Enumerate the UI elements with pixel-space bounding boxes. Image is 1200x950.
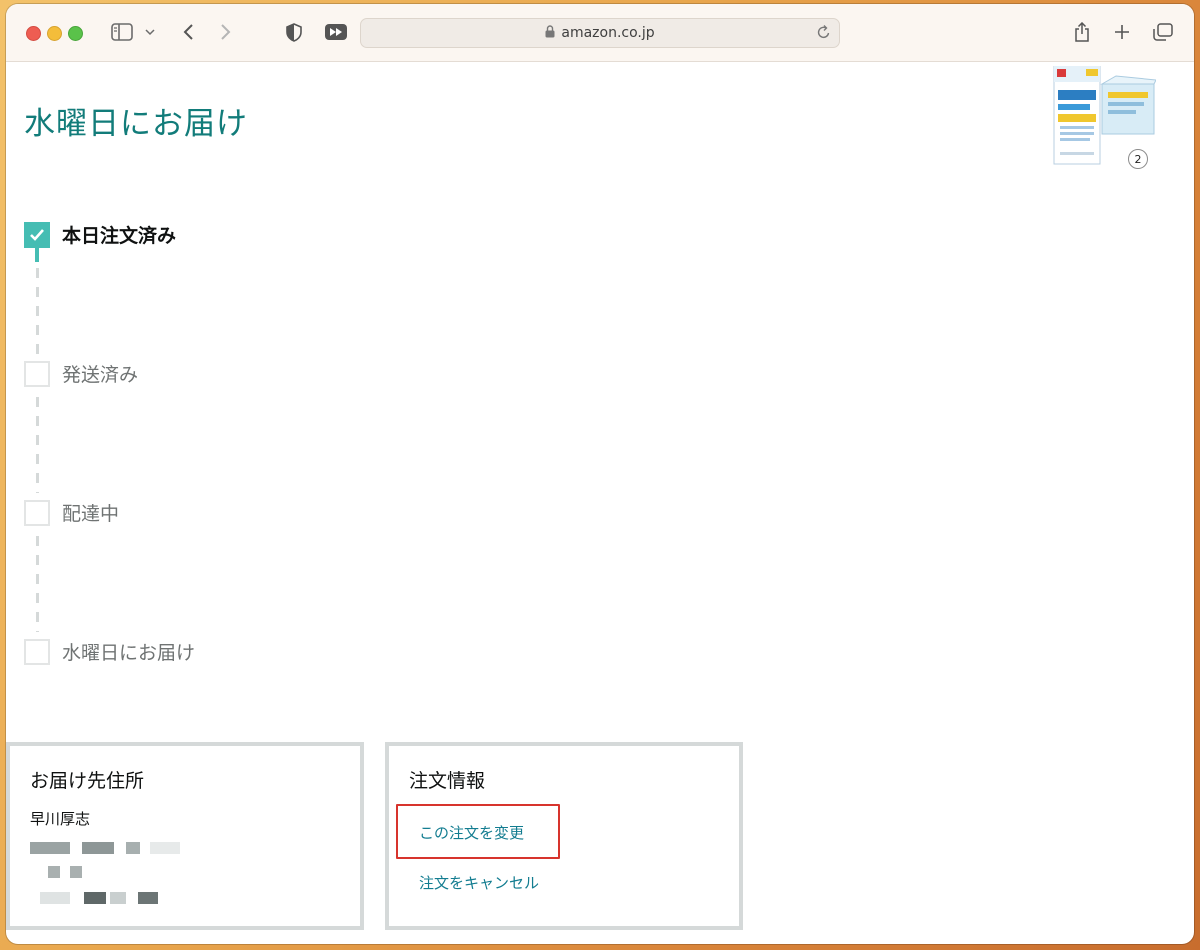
page-title: 水曜日にお届け <box>24 106 248 142</box>
tracker-dashed-line <box>36 536 39 632</box>
tab-overview-icon[interactable] <box>1152 20 1174 44</box>
forward-icon[interactable] <box>216 20 236 44</box>
tracker-step-ordered: 本日注文済み <box>24 221 176 248</box>
delivery-address-card: お届け先住所 早川厚志 <box>6 742 364 930</box>
annotation-highlight-box <box>396 804 560 859</box>
browser-window: amazon.co.jp 水曜日にお届け 2 本日注文済み 発送済み 配達中 水… <box>6 4 1194 944</box>
card-title: お届け先住所 <box>30 770 145 792</box>
tracker-dashed-line <box>36 397 39 493</box>
step-checkbox-checked <box>24 221 50 248</box>
tracker-step-shipped: 発送済み <box>24 360 138 387</box>
sidebar-icon[interactable] <box>110 20 134 44</box>
order-tracking-page: 水曜日にお届け 2 本日注文済み 発送済み 配達中 水曜日にお届け お届け先住所… <box>6 62 1194 944</box>
zoom-window-button[interactable] <box>68 26 83 41</box>
step-label: 発送済み <box>62 364 139 386</box>
privacy-shield-icon[interactable] <box>284 20 304 44</box>
card-title: 注文情報 <box>409 770 486 792</box>
tracker-step-delivery: 水曜日にお届け <box>24 638 195 665</box>
tracker-dashed-line <box>36 268 39 354</box>
step-label: 本日注文済み <box>62 225 177 247</box>
step-label: 水曜日にお届け <box>62 642 196 664</box>
reload-icon[interactable] <box>817 24 831 44</box>
cancel-order-link[interactable]: 注文をキャンセル <box>419 872 539 893</box>
step-checkbox <box>24 360 50 387</box>
step-checkbox <box>24 638 50 665</box>
recipient-name: 早川厚志 <box>30 810 91 828</box>
share-icon[interactable] <box>1072 20 1092 44</box>
extension-icon[interactable] <box>324 20 348 44</box>
browser-toolbar: amazon.co.jp <box>6 4 1194 62</box>
chevron-down-icon[interactable] <box>143 20 157 44</box>
minimize-window-button[interactable] <box>47 26 62 41</box>
step-checkbox <box>24 499 50 526</box>
checkmark-icon <box>30 229 44 241</box>
quantity-badge: 2 <box>1128 149 1148 169</box>
new-tab-icon[interactable] <box>1112 20 1132 44</box>
url-text: amazon.co.jp <box>561 25 655 41</box>
step-label: 配達中 <box>62 503 120 525</box>
address-bar[interactable]: amazon.co.jp <box>360 18 840 48</box>
tracker-step-in-transit: 配達中 <box>24 499 119 526</box>
tracker-progress-line <box>35 246 39 262</box>
back-icon[interactable] <box>178 20 198 44</box>
lock-icon <box>545 24 555 42</box>
close-window-button[interactable] <box>26 26 41 41</box>
